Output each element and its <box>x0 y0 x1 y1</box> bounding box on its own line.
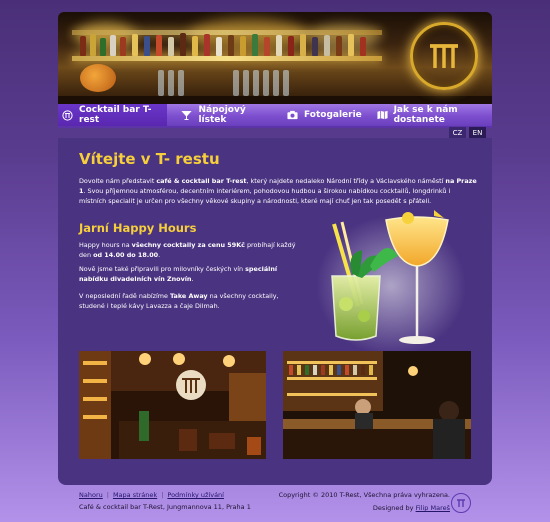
nav-label: Nápojový lístek <box>198 105 246 125</box>
nav-item-cocktail-bar[interactable]: Cocktail bar T-rest <box>58 104 168 126</box>
footer: Nahoru | Mapa stránek | Podmínky užívání Caf… <box>79 491 251 511</box>
footer-address: Café & cocktail bar T-Rest, Jungmannova … <box>79 503 251 511</box>
nav-label: Fotogalerie <box>304 110 362 120</box>
footer-t-logo-icon <box>451 493 471 513</box>
footer-designer: Designed by Filip Mareš <box>372 504 450 512</box>
designer-link[interactable]: Filip Mareš <box>416 504 450 512</box>
nav-item-gallery[interactable]: Fotogalerie <box>283 104 373 126</box>
happy-hours-heading: Jarní Happy Hours <box>79 221 197 235</box>
bar-interior-photo-1 <box>79 351 266 459</box>
footer-link-terms[interactable]: Podmínky užívání <box>167 491 224 499</box>
footer-separator: | <box>106 491 109 499</box>
nav-item-drinks-menu[interactable]: Nápojový lístek <box>177 104 277 126</box>
map-icon <box>377 110 388 121</box>
nav-label: Jak se k nám dostanete <box>393 105 458 125</box>
lang-cz-button[interactable]: CZ <box>449 127 466 138</box>
camera-icon <box>287 110 298 121</box>
footer-link-top[interactable]: Nahoru <box>79 491 103 499</box>
bar-interior-photo-2 <box>283 351 471 459</box>
happy-hours-paragraph: Happy hours na všechny cocktaily za cenu… <box>79 241 296 259</box>
lang-en-button[interactable]: EN <box>469 127 486 138</box>
take-away-paragraph: V neposlední řadě nabízíme Take Away na … <box>79 292 279 310</box>
nav-label: Cocktail bar T-rest <box>79 105 152 125</box>
cocktail-glass-icon <box>181 110 193 121</box>
wine-offer-paragraph: Nově jsme také připravili pro milovníky … <box>79 265 278 283</box>
page-title: Vítejte v T- restu <box>79 150 220 168</box>
t-logo-icon <box>62 109 73 121</box>
footer-separator: | <box>161 491 164 499</box>
intro-paragraph: Dovolte nám představit café & cocktail b… <box>79 177 477 205</box>
t-rest-logo <box>410 22 478 90</box>
nav-item-directions[interactable]: Jak se k nám dostanete <box>373 104 492 126</box>
footer-copyright: Copyright © 2010 T-Rest, Všechna práva v… <box>278 491 450 499</box>
main-navigation: Cocktail bar T-rest Nápojový lístek Foto… <box>58 104 492 128</box>
cocktails-illustration <box>316 210 466 354</box>
header-banner-photo <box>58 12 492 104</box>
footer-link-sitemap[interactable]: Mapa stránek <box>113 491 157 499</box>
